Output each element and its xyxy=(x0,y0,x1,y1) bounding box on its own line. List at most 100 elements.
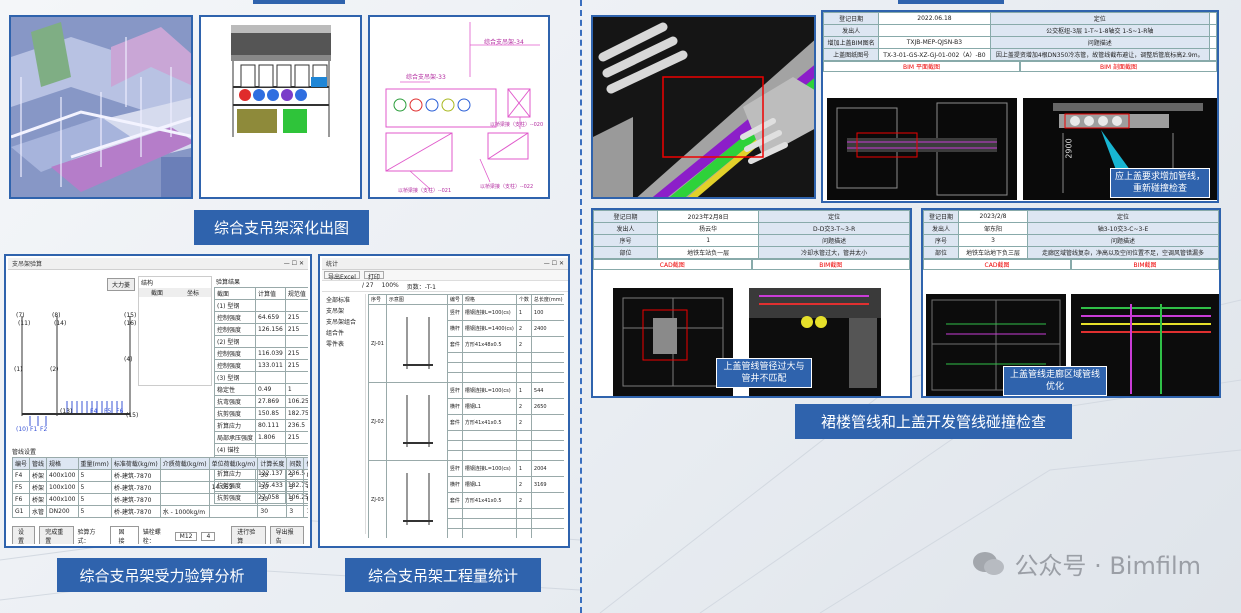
pipe-cell[interactable]: 30 xyxy=(257,505,288,518)
drawing-label-022: 以桥梁接（支柱）--022 xyxy=(480,184,534,190)
pipe-cell[interactable]: 5 xyxy=(77,469,112,482)
tree-item[interactable]: 支吊架组合 xyxy=(324,316,365,327)
pipe-cell[interactable]: 436.618 xyxy=(303,481,308,494)
pipe-cell[interactable]: 5 xyxy=(77,493,112,506)
zoom-select[interactable]: 100% xyxy=(382,282,399,290)
pipe-cell[interactable]: 5 xyxy=(77,505,112,518)
pipe-cell[interactable] xyxy=(159,493,210,506)
export-report-button[interactable]: 导出报告 xyxy=(269,526,304,544)
window-controls[interactable]: — ☐ ✕ xyxy=(284,260,304,267)
results-row: 控制强度116.039215满足 xyxy=(213,347,308,360)
header-cell: 坐标 xyxy=(186,290,199,297)
pipe-cell[interactable]: 桥-建筑-7870 xyxy=(110,469,161,482)
quantity-cell xyxy=(530,450,564,461)
section-dimension: 2900 xyxy=(1064,138,1074,159)
pipe-cell[interactable] xyxy=(208,493,259,506)
quantity-row: ZJ-02 竖杆 槽钢连接L=100(cs) 1 544 xyxy=(368,382,564,461)
bim-plan-label: BIM 平面截图 xyxy=(823,61,1020,72)
results-row: (1) 型钢 xyxy=(213,299,308,312)
report-row: 发出人 公交枢纽-3层 1-T~1-8轴交 1-S~1-R轴 xyxy=(823,24,1217,37)
pipe-cell[interactable]: 桥架 xyxy=(29,493,48,506)
pipe-cell[interactable] xyxy=(159,481,210,494)
anchor-select[interactable]: M12 xyxy=(174,531,198,541)
section-drawing xyxy=(231,25,331,137)
print-button[interactable]: 打印 xyxy=(363,271,384,281)
pipe-cell[interactable]: 3 xyxy=(286,469,305,482)
pipe-cell[interactable]: F6 xyxy=(11,493,31,506)
pipe-cell[interactable]: 3 xyxy=(286,493,305,506)
settings-button[interactable]: 设置 xyxy=(12,526,36,544)
pipe-cell[interactable] xyxy=(208,469,259,482)
report-cell: 地铁车站地下负三层 xyxy=(958,246,1028,259)
page-count[interactable]: / 27 xyxy=(362,282,374,290)
pipe-cell[interactable]: 30 xyxy=(257,469,288,482)
quantity-cell: 槽钢连接L=100(cs) xyxy=(461,304,517,321)
diagram-label: (15) xyxy=(126,412,139,419)
pipe-cell[interactable]: 桥架 xyxy=(29,469,48,482)
quantity-cell: 方形41x41x0.5 xyxy=(461,492,517,509)
pipe-cell[interactable]: 882 xyxy=(303,493,308,506)
anchor-count-input[interactable]: 4 xyxy=(201,531,216,541)
pipe-cell[interactable]: 桥-建筑-7870 xyxy=(110,493,161,506)
pipe-cell[interactable]: F4 xyxy=(11,469,31,482)
pipe-cell[interactable]: G1 xyxy=(11,505,31,518)
pipe-cell[interactable]: 882 xyxy=(303,469,308,482)
export-excel-button[interactable]: 导出Excel xyxy=(324,271,360,281)
tree-item[interactable]: 支吊架 xyxy=(324,305,365,316)
collision-report-1-subheaders: BIM 平面截图 BIM 剖面截图 xyxy=(823,61,1217,72)
pipe-cell[interactable] xyxy=(208,505,259,518)
caption-quantity: 综合支吊架工程量统计 xyxy=(345,558,541,592)
pipe-cell[interactable]: 30 xyxy=(257,493,288,506)
bracket-icon xyxy=(402,394,433,447)
pipe-cell[interactable]: 1470 xyxy=(303,505,308,518)
diagram-label: (14) xyxy=(54,320,67,327)
pipe-cell[interactable]: 14.053 xyxy=(208,481,259,494)
collision-report-1: 登记日期 2022.06.18 定位 发出人 公交枢纽-3层 1-T~1-8轴交 1-S… xyxy=(821,10,1219,203)
pipe-cell[interactable]: 3 xyxy=(286,505,305,518)
pipe-cell[interactable]: F5 xyxy=(11,481,31,494)
report-row: 增加上盖BIM图名 TXJB-MEP-QJSN-B3 问题描述 xyxy=(823,36,1217,49)
method-select[interactable]: 固接 xyxy=(109,526,139,544)
anchor-label: 锚栓螺栓： xyxy=(142,529,161,544)
collision-report-3: 登记日期 2023/2/8 定位 发出人 邹东阳 轴3-10交3-C~3-E 序号 3 问题描述… xyxy=(921,208,1221,398)
reset-button[interactable]: 完成重置 xyxy=(39,526,74,544)
run-check-button[interactable]: 进行验算 xyxy=(231,526,266,544)
tree-item[interactable]: 全部标准 xyxy=(324,294,365,305)
tree-item[interactable]: 组合件 xyxy=(324,327,365,338)
pipe-cell[interactable] xyxy=(159,469,210,482)
pipe-cell[interactable]: 5 xyxy=(77,481,112,494)
page-label: 页数：-T-1 xyxy=(406,284,436,291)
pipe-row[interactable]: F6桥架400x1005桥-建筑-7870 303882 xyxy=(11,493,308,506)
pipe-row[interactable]: F5桥架100x1005桥-建筑-7870 14.053303436.618 xyxy=(11,481,308,494)
quantity-cell: 2 xyxy=(515,414,532,431)
quantity-cell xyxy=(446,450,463,461)
tree-item[interactable]: 零件表 xyxy=(324,338,365,349)
pipe-cell[interactable]: 400x100 xyxy=(46,469,79,482)
pipe-cell[interactable]: 100x100 xyxy=(46,481,79,494)
diagram-label: (11) xyxy=(18,320,31,327)
quantity-cell: 套件 xyxy=(446,492,463,509)
pipe-cell[interactable]: DN200 xyxy=(46,505,79,518)
pipe-cell[interactable]: 水管 xyxy=(29,505,48,518)
pipe-cell[interactable]: 桥架 xyxy=(29,481,48,494)
quantity-toolbar: 导出Excel 打印 xyxy=(322,270,568,281)
pipe-row[interactable]: F4桥架400x1005桥-建筑-7870 303882 xyxy=(11,469,308,482)
pipe-cell[interactable]: 30 xyxy=(257,481,288,494)
quantity-cell xyxy=(530,362,564,373)
pipe-cell[interactable]: 桥-建筑-7870 xyxy=(110,505,161,518)
quantity-cell xyxy=(530,508,564,519)
report-row: 登记日期 2023/2/8 定位 xyxy=(923,210,1219,223)
pipe-cell[interactable]: 水 - 1000kg/m xyxy=(159,505,210,518)
drawing-label-33: 综合支吊架-33 xyxy=(406,74,446,81)
results-cell: 1 xyxy=(284,383,308,396)
report-row: 发出人 杨云华 D-D交3-T~3-R xyxy=(593,222,910,235)
window-controls[interactable]: — ☐ ✕ xyxy=(544,260,564,267)
collision-report-1-table: 登记日期 2022.06.18 定位 发出人 公交枢纽-3层 1-T~1-8轴交 1-S… xyxy=(823,12,1217,61)
report-cell: 2022.06.18 xyxy=(878,12,991,25)
pipe-cell[interactable]: 400x100 xyxy=(46,493,79,506)
pipe-cell[interactable]: 3 xyxy=(286,481,305,494)
pipe-row[interactable]: G1水管DN2005桥-建筑-7870水 - 1000kg/m 3031470 xyxy=(11,505,308,518)
diagram-label: F6 xyxy=(116,408,124,415)
quantity-cell xyxy=(515,372,532,383)
pipe-cell[interactable]: 桥-建筑-7870 xyxy=(110,481,161,494)
